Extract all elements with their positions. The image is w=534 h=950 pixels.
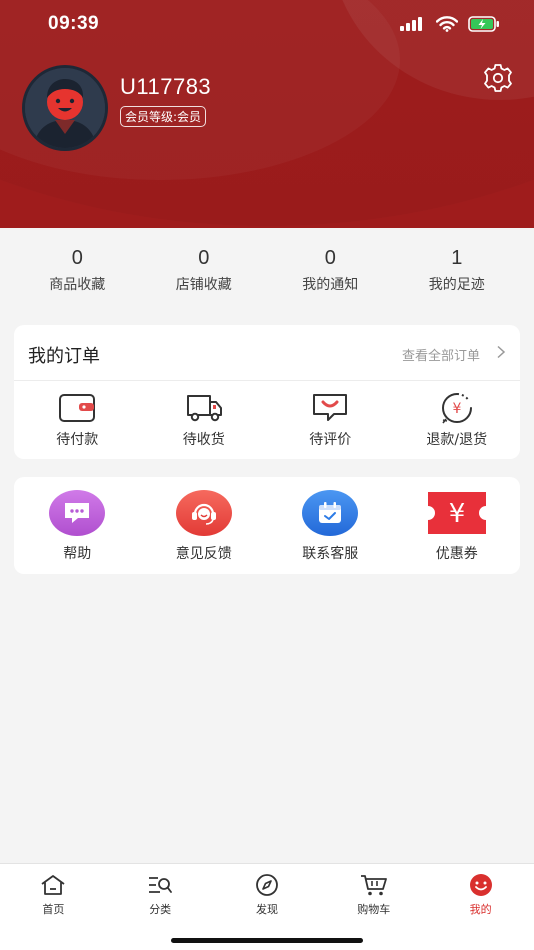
tab-label: 分类 [149, 903, 172, 916]
order-status-label: 待评价 [309, 432, 352, 448]
tab-label: 购物车 [357, 903, 391, 916]
home-indicator [171, 938, 363, 943]
feedback-circle [175, 490, 232, 536]
order-status-row: 待付款 待收货 待评价 ¥ 退款/退货 [14, 381, 520, 449]
service-contact[interactable]: 联系客服 [267, 489, 394, 563]
avatar-face-icon [25, 68, 105, 148]
wallet-icon [59, 394, 96, 422]
stat-value: 0 [71, 247, 83, 269]
service-label: 优惠券 [435, 546, 478, 562]
order-pending-payment[interactable]: 待付款 [14, 391, 141, 449]
help-circle [49, 490, 106, 536]
services-card: 帮助 意见反馈 联系客服 ¥ 优惠券 [14, 477, 520, 574]
tab-discover[interactable]: 发现 [214, 864, 321, 920]
tab-label: 发现 [255, 903, 278, 916]
member-level-badge: 会员等级:会员 [120, 106, 207, 127]
stat-notifications[interactable]: 0 我的通知 [267, 244, 394, 300]
compass-icon [256, 874, 278, 896]
stat-value: 0 [198, 247, 210, 269]
stat-label: 店铺收藏 [175, 277, 232, 293]
service-label: 帮助 [63, 546, 92, 562]
stat-footprints[interactable]: 1 我的足迹 [394, 244, 521, 300]
smiley-icon [469, 874, 492, 896]
stats-row: 0 商品收藏 0 店铺收藏 0 我的通知 1 我的足迹 [0, 244, 534, 300]
tab-mine[interactable]: 我的 [427, 864, 534, 920]
orders-card: 我的订单 查看全部订单 待付款 待收货 待评价 ¥ 退款/退货 [14, 325, 520, 459]
service-label: 意见反馈 [175, 546, 232, 562]
stat-label: 我的足迹 [428, 277, 485, 293]
truck-icon [186, 395, 222, 422]
bottom-tab-bar: 首页 分类 发现 购物车 我的 [0, 863, 534, 950]
view-all-orders-link[interactable]: 查看全部订单 [402, 345, 480, 364]
calendar-icon [319, 502, 342, 523]
svg-text:¥: ¥ [448, 499, 465, 529]
order-pending-receipt[interactable]: 待收货 [141, 391, 268, 449]
username: U117783 [120, 74, 212, 99]
comment-icon [313, 394, 348, 421]
order-status-label: 退款/退货 [426, 432, 488, 448]
status-time: 09:39 [48, 13, 100, 34]
service-label: 联系客服 [302, 546, 359, 562]
order-status-label: 待付款 [56, 432, 99, 448]
avatar[interactable] [22, 65, 108, 151]
svg-text:¥: ¥ [452, 401, 461, 417]
service-feedback[interactable]: 意见反馈 [141, 489, 268, 563]
chat-bubble-icon [65, 503, 90, 523]
order-refund-return[interactable]: ¥ 退款/退货 [394, 391, 521, 449]
tab-label: 首页 [42, 903, 65, 916]
wifi-icon [436, 16, 458, 32]
category-search-icon [149, 877, 173, 893]
orders-title: 我的订单 [28, 346, 100, 367]
cart-icon [360, 875, 387, 896]
gear-icon[interactable] [482, 62, 514, 94]
stat-product-favorites[interactable]: 0 商品收藏 [14, 244, 141, 300]
stat-store-favorites[interactable]: 0 店铺收藏 [141, 244, 268, 300]
status-icons [400, 16, 500, 32]
stat-label: 商品收藏 [49, 277, 106, 293]
service-help[interactable]: 帮助 [14, 489, 141, 563]
order-pending-review[interactable]: 待评价 [267, 391, 394, 449]
stat-value: 0 [324, 247, 336, 269]
status-bar: 09:39 [0, 0, 534, 50]
tab-category[interactable]: 分类 [107, 864, 214, 920]
tab-label: 我的 [469, 903, 492, 916]
order-status-label: 待收货 [182, 432, 225, 448]
orders-header[interactable]: 我的订单 查看全部订单 [14, 325, 520, 381]
tab-home[interactable]: 首页 [0, 864, 107, 920]
coupon-icon: ¥ [427, 492, 486, 534]
contact-circle [302, 490, 359, 536]
stat-value: 1 [451, 247, 463, 269]
signal-icon [400, 17, 422, 31]
headset-icon [191, 503, 216, 525]
stat-label: 我的通知 [302, 277, 359, 293]
battery-icon [468, 16, 499, 32]
home-icon [41, 875, 65, 895]
refund-icon: ¥ [441, 393, 472, 424]
services-row: 帮助 意见反馈 联系客服 ¥ 优惠券 [14, 477, 520, 563]
tab-cart[interactable]: 购物车 [320, 864, 427, 920]
chevron-right-icon [497, 345, 506, 359]
service-coupons[interactable]: ¥ 优惠券 [394, 489, 521, 563]
